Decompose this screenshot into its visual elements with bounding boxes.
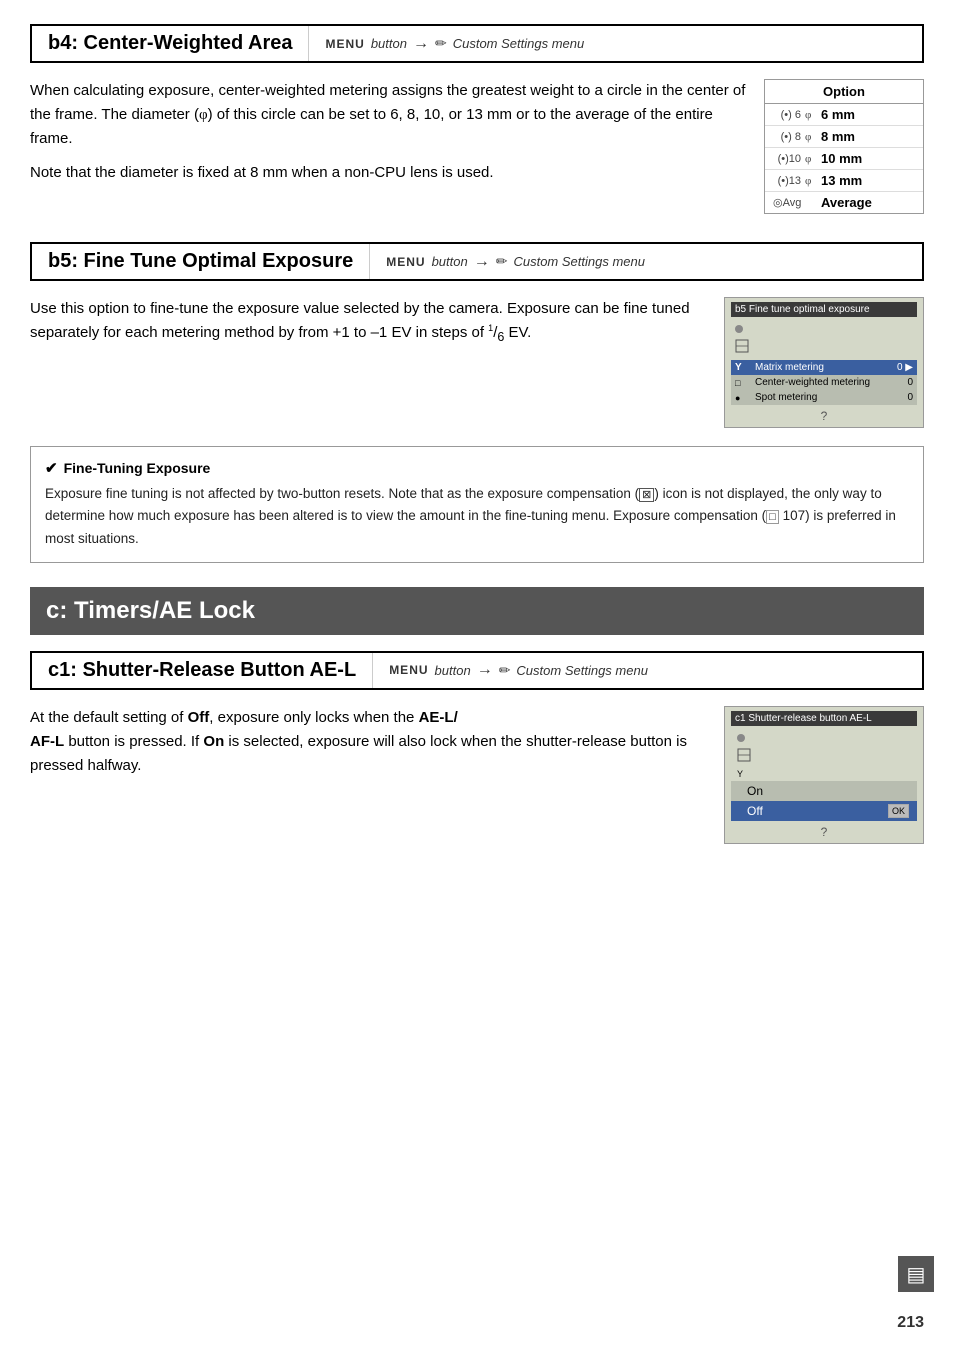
opt-val-10: 10 mm [821, 151, 862, 166]
opt-val-8: 8 mm [821, 129, 855, 144]
c1-body-text: At the default setting of Off, exposure … [30, 706, 708, 778]
c1-lcd-container: c1 Shutter-release button AE-L Y On [724, 706, 924, 844]
c1-section-label: Custom Settings menu [516, 663, 648, 678]
b4-title: b4: Center-Weighted Area [32, 26, 309, 61]
option-row-13mm: (•)13 φ 13 mm [765, 170, 923, 192]
page-number: 213 [897, 1314, 924, 1332]
opt-phi-13: φ [805, 175, 817, 187]
b4-body2: Note that the diameter is fixed at 8 mm … [30, 161, 748, 185]
c1-lcd-off: Off OK [731, 801, 917, 821]
c1-pencil-icon: ✏ [499, 662, 511, 679]
c1-nav: MENU button → ✏ Custom Settings menu [373, 655, 664, 685]
c1-lcd-screen: c1 Shutter-release button AE-L Y On [724, 706, 924, 844]
b4-pencil-icon: ✏ [435, 35, 447, 52]
b5-lcd-container: b5 Fine tune optimal exposure Y Matrix m… [724, 297, 924, 428]
b4-section-header: b4: Center-Weighted Area MENU button → ✏… [30, 24, 924, 63]
b5-nav: MENU button → ✏ Custom Settings menu [370, 247, 661, 277]
option-row-avg: ◎Avg Average [765, 192, 923, 213]
b4-content-row: When calculating exposure, center-weight… [30, 79, 924, 214]
opt-sym-8: (•) 8 [773, 131, 801, 143]
note-check-icon: ✔ [45, 459, 58, 477]
b4-menu-word: MENU [325, 37, 364, 51]
b4-body1: When calculating exposure, center-weight… [30, 79, 748, 151]
c1-ok-button: OK [888, 804, 909, 818]
opt-phi-6: φ [805, 109, 817, 121]
book-icon: ▤ [898, 1256, 934, 1292]
c1-arrow: → [477, 661, 493, 679]
b5-body-text: Use this option to fine-tune the exposur… [30, 297, 708, 347]
note-text: Exposure fine tuning is not affected by … [45, 483, 909, 550]
c1-title: c1: Shutter-Release Button AE-L [32, 653, 373, 688]
b4-option-table-container: Option (•) 6 φ 6 mm (•) 8 φ 8 mm (•)10 φ… [764, 79, 924, 214]
b4-section-label: Custom Settings menu [453, 36, 585, 51]
b5-section-label: Custom Settings menu [513, 254, 645, 269]
b5-body: Use this option to fine-tune the exposur… [30, 297, 708, 428]
opt-sym-6: (•) 6 [773, 109, 801, 121]
c1-content-row: At the default setting of Off, exposure … [30, 706, 924, 844]
option-header: Option [765, 80, 923, 104]
c1-menu-word: MENU [389, 663, 428, 677]
b4-button-label: button [371, 36, 407, 51]
c1-body: At the default setting of Off, exposure … [30, 706, 708, 844]
b5-pencil-icon: ✏ [496, 253, 508, 270]
c-section-title: c: Timers/AE Lock [46, 597, 255, 624]
c-section-header: c: Timers/AE Lock [30, 587, 924, 635]
b4-arrow: → [413, 35, 429, 53]
b5-lcd-screen: b5 Fine tune optimal exposure Y Matrix m… [724, 297, 924, 428]
b5-arrow: → [474, 253, 490, 271]
c1-lcd-title: c1 Shutter-release button AE-L [731, 711, 917, 726]
option-row-8mm: (•) 8 φ 8 mm [765, 126, 923, 148]
b5-lcd-bottom-icon: ? [731, 409, 917, 423]
b5-section-header: b5: Fine Tune Optimal Exposure MENU butt… [30, 242, 924, 281]
b5-lcd-matrix: Y Matrix metering 0 ▶ [731, 360, 917, 375]
b5-title: b5: Fine Tune Optimal Exposure [32, 244, 370, 279]
opt-sym-10: (•)10 [773, 153, 801, 165]
note-title: ✔ Fine-Tuning Exposure [45, 459, 909, 477]
b5-button-label: button [432, 254, 468, 269]
option-row-6mm: (•) 6 φ 6 mm [765, 104, 923, 126]
b4-body: When calculating exposure, center-weight… [30, 79, 748, 214]
opt-val-6: 6 mm [821, 107, 855, 122]
c1-lcd-on: On [731, 781, 917, 801]
b5-lcd-title: b5 Fine tune optimal exposure [731, 302, 917, 317]
c1-button-label: button [435, 663, 471, 678]
b5-lcd-center: □ Center-weighted metering 0 [731, 375, 917, 390]
opt-sym-avg: ◎Avg [773, 196, 801, 209]
opt-phi-8: φ [805, 131, 817, 143]
b4-option-table: Option (•) 6 φ 6 mm (•) 8 φ 8 mm (•)10 φ… [764, 79, 924, 214]
c1-section-header: c1: Shutter-Release Button AE-L MENU but… [30, 651, 924, 690]
b5-content-row: Use this option to fine-tune the exposur… [30, 297, 924, 428]
b4-nav: MENU button → ✏ Custom Settings menu [309, 29, 600, 59]
c1-off-label: Off [739, 804, 763, 818]
c1-on-label: On [747, 784, 763, 798]
book-symbol: ▤ [907, 1262, 926, 1287]
opt-phi-10: φ [805, 153, 817, 165]
opt-val-13: 13 mm [821, 173, 862, 188]
c1-lcd-bottom-icon: ? [731, 825, 917, 839]
option-row-10mm: (•)10 φ 10 mm [765, 148, 923, 170]
opt-val-avg: Average [821, 195, 872, 210]
b5-menu-word: MENU [386, 255, 425, 269]
note-box: ✔ Fine-Tuning Exposure Exposure fine tun… [30, 446, 924, 563]
b5-lcd-spot: ● Spot metering 0 [731, 390, 917, 405]
note-title-text: Fine-Tuning Exposure [64, 460, 211, 476]
opt-sym-13: (•)13 [773, 175, 801, 187]
